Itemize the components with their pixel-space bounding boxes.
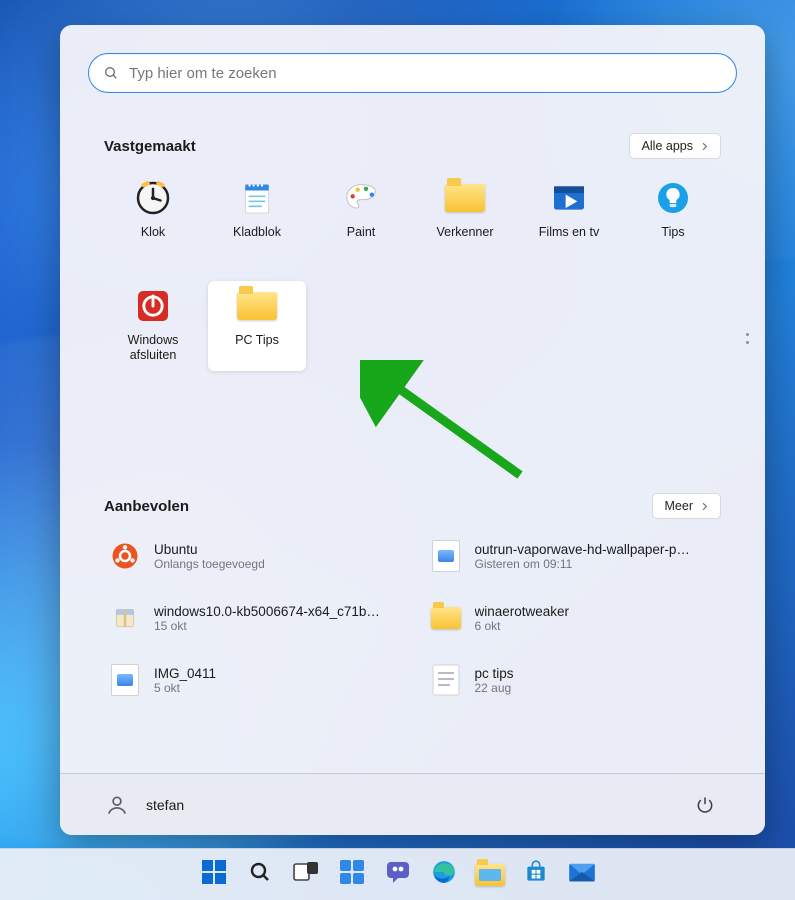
pinned-label: Verkenner [437, 225, 494, 240]
recommended-title: Ubuntu [154, 542, 265, 557]
taskview-icon [293, 861, 319, 888]
recommended-title: IMG_0411 [154, 666, 216, 681]
recommended-subtitle: 6 okt [475, 619, 570, 633]
image-icon [108, 663, 142, 697]
all-apps-button[interactable]: Alle apps [629, 133, 721, 159]
power-red-icon [132, 285, 174, 327]
more-button[interactable]: Meer [652, 493, 721, 519]
taskbar-store[interactable] [516, 855, 556, 895]
taskbar-widgets[interactable] [332, 855, 372, 895]
chevron-right-icon [699, 501, 710, 512]
pinned-app-films-en-tv[interactable]: Films en tv [520, 173, 618, 263]
start-menu: Vastgemaakt Alle apps Klok Kladblok Pain… [60, 25, 765, 835]
taskbar-search[interactable] [240, 855, 280, 895]
pinned-app-tips[interactable]: Tips [624, 173, 722, 263]
package-icon [108, 601, 142, 635]
folder-icon [429, 601, 463, 635]
image-icon [429, 539, 463, 573]
pinned-label: Klok [141, 225, 165, 240]
pinned-app-kladblok[interactable]: Kladblok [208, 173, 306, 263]
ubuntu-icon [108, 539, 142, 573]
taskbar-taskview[interactable] [286, 855, 326, 895]
paint-icon [340, 177, 382, 219]
text-icon [429, 663, 463, 697]
pinned-label: Kladblok [233, 225, 281, 240]
taskbar-chat[interactable] [378, 855, 418, 895]
tips-icon [652, 177, 694, 219]
folder-icon [444, 177, 486, 219]
pinned-heading: Vastgemaakt [104, 138, 196, 155]
recommended-item[interactable]: outrun-vaporwave-hd-wallpaper-p… Gistere… [425, 533, 722, 579]
chevron-right-icon [699, 141, 710, 152]
mail-icon [568, 860, 596, 889]
avatar-icon [102, 790, 132, 820]
search-input[interactable] [129, 65, 722, 82]
all-apps-label: Alle apps [642, 139, 693, 153]
recommended-title: winaerotweaker [475, 604, 570, 619]
recommended-subtitle: Onlangs toegevoegd [154, 557, 265, 571]
pinned-app-pc-tips[interactable]: PC Tips [208, 281, 306, 371]
recommended-item[interactable]: pc tips 22 aug [425, 657, 722, 703]
recommended-title: outrun-vaporwave-hd-wallpaper-p… [475, 542, 690, 557]
recommended-subtitle: 5 okt [154, 681, 216, 695]
recommended-item[interactable]: Ubuntu Onlangs toegevoegd [104, 533, 401, 579]
pinned-app-klok[interactable]: Klok [104, 173, 202, 263]
chat-icon [385, 859, 411, 890]
page-dots[interactable] [746, 333, 749, 344]
pinned-label: Films en tv [539, 225, 599, 240]
pinned-app-paint[interactable]: Paint [312, 173, 410, 263]
user-account-button[interactable]: stefan [102, 790, 184, 820]
taskbar-edge[interactable] [424, 855, 464, 895]
recommended-item[interactable]: IMG_0411 5 okt [104, 657, 401, 703]
edge-icon [431, 859, 457, 890]
start-icon [201, 859, 227, 890]
search-icon [248, 860, 272, 889]
pinned-label: Paint [347, 225, 376, 240]
widgets-icon [339, 859, 365, 890]
pinned-app-windows-afsluiten[interactable]: Windows afsluiten [104, 281, 202, 371]
films-icon [548, 177, 590, 219]
folder-icon [236, 285, 278, 327]
recommended-title: pc tips [475, 666, 514, 681]
search-box[interactable] [88, 53, 737, 93]
taskbar-start[interactable] [194, 855, 234, 895]
recommended-title: windows10.0-kb5006674-x64_c71b… [154, 604, 380, 619]
recommended-subtitle: Gisteren om 09:11 [475, 557, 690, 571]
recommended-subtitle: 22 aug [475, 681, 514, 695]
pinned-label: PC Tips [235, 333, 279, 348]
username: stefan [146, 797, 184, 813]
pinned-app-verkenner[interactable]: Verkenner [416, 173, 514, 263]
pinned-label: Windows afsluiten [104, 333, 202, 363]
recommended-item[interactable]: winaerotweaker 6 okt [425, 595, 722, 641]
search-icon [103, 65, 119, 81]
taskbar [0, 848, 795, 900]
taskbar-mail[interactable] [562, 855, 602, 895]
power-button[interactable] [687, 787, 723, 823]
clock-icon [132, 177, 174, 219]
power-icon [695, 795, 715, 815]
notepad-icon [236, 177, 278, 219]
pinned-label: Tips [661, 225, 684, 240]
taskbar-explorer[interactable] [470, 855, 510, 895]
explorer-icon [475, 864, 505, 886]
recommended-subtitle: 15 okt [154, 619, 380, 633]
store-icon [523, 859, 549, 890]
recommended-item[interactable]: windows10.0-kb5006674-x64_c71b… 15 okt [104, 595, 401, 641]
start-footer: stefan [60, 773, 765, 835]
recommended-heading: Aanbevolen [104, 498, 189, 515]
more-label: Meer [665, 499, 693, 513]
